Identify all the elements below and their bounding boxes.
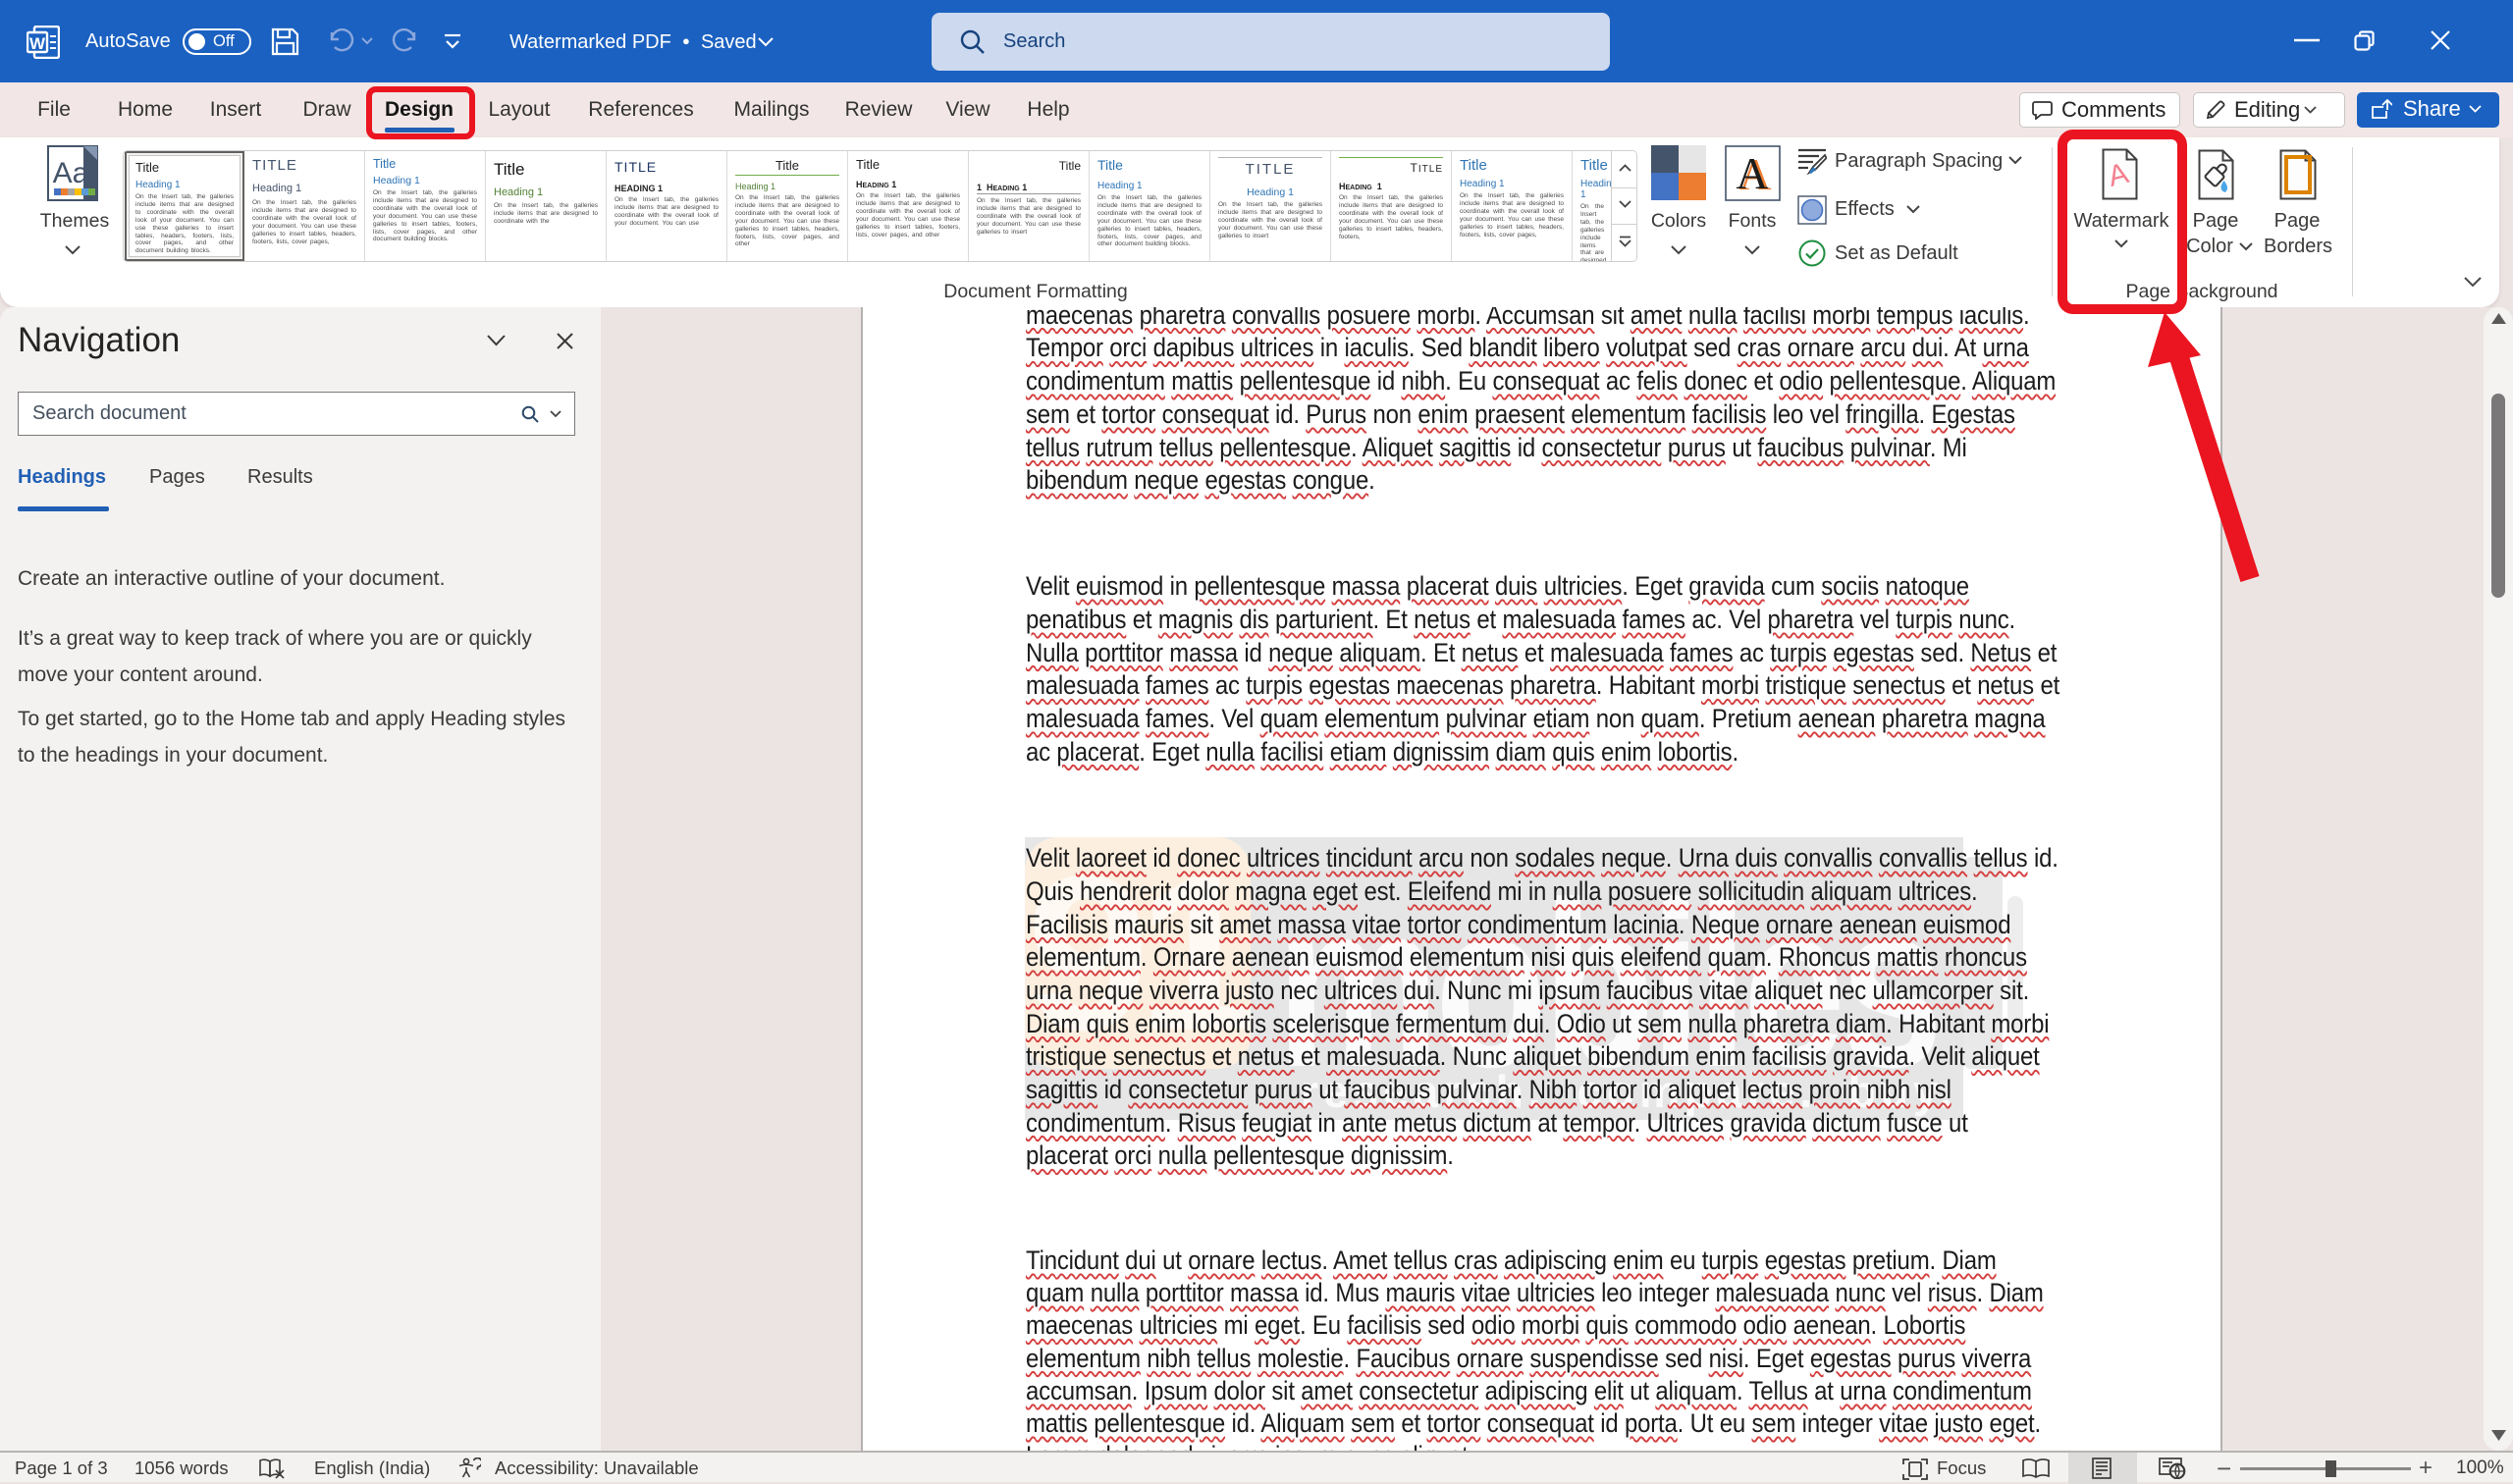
svg-text:Aa: Aa — [53, 157, 89, 189]
svg-text:W: W — [29, 34, 46, 53]
svg-text:A: A — [1736, 148, 1768, 198]
